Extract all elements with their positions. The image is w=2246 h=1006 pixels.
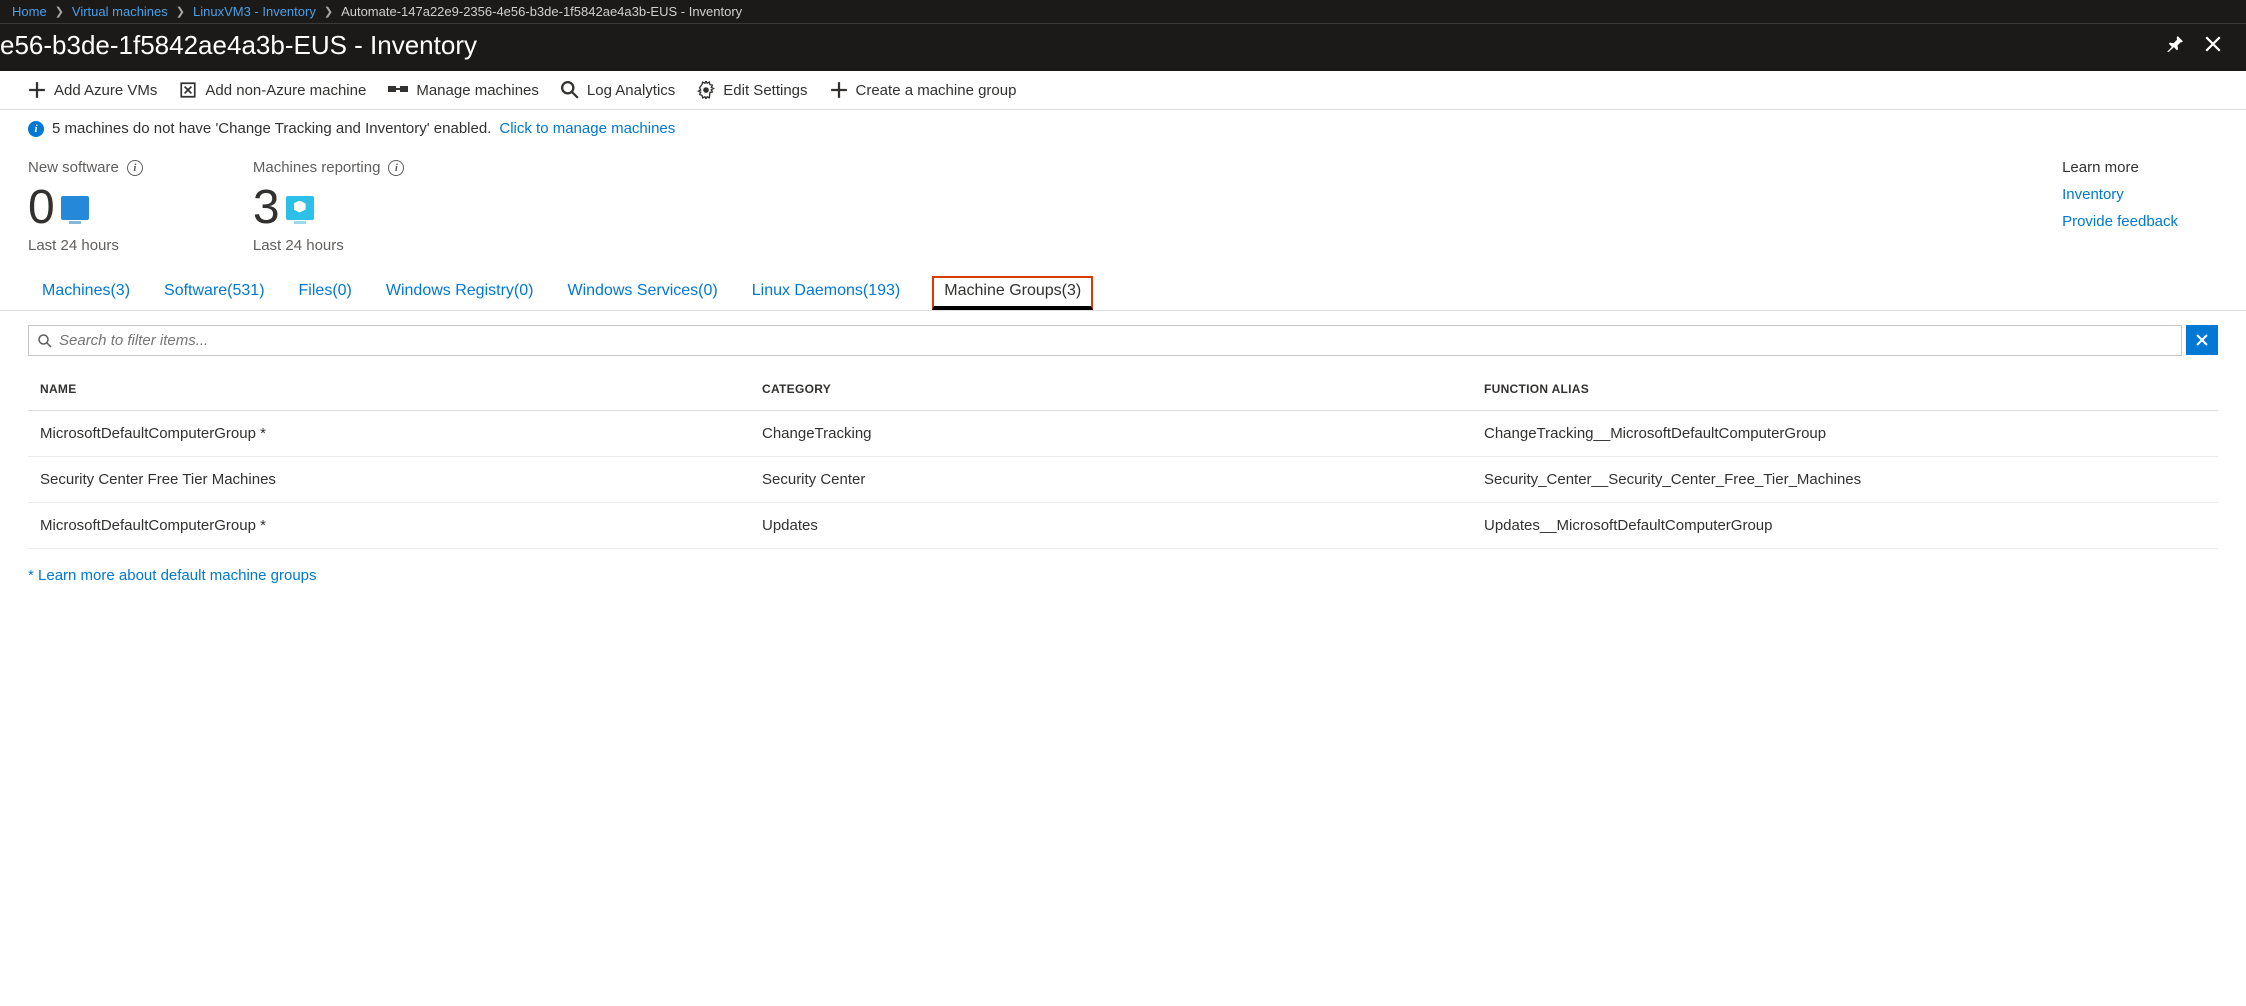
cell-name: MicrosoftDefaultComputerGroup * <box>40 517 762 534</box>
create-group-label: Create a machine group <box>856 82 1017 99</box>
help-icon[interactable]: i <box>127 160 143 176</box>
pin-icon[interactable] <box>2166 35 2184 56</box>
page-title: e56-b3de-1f5842ae4a3b-EUS - Inventory <box>0 30 477 61</box>
stat-new-software-label: New software <box>28 159 119 176</box>
table-row[interactable]: Security Center Free Tier Machines Secur… <box>28 457 2218 503</box>
manage-machines-label: Manage machines <box>416 82 539 99</box>
cell-category: ChangeTracking <box>762 425 1484 442</box>
tab-bar: Machines(3) Software(531) Files(0) Windo… <box>0 254 2246 311</box>
cell-name: MicrosoftDefaultComputerGroup * <box>40 425 762 442</box>
col-alias-header[interactable]: FUNCTION ALIAS <box>1484 382 2206 396</box>
stat-new-software-value: 0 <box>28 180 55 235</box>
cell-alias: Updates__MicrosoftDefaultComputerGroup <box>1484 517 2206 534</box>
cell-name: Security Center Free Tier Machines <box>40 471 762 488</box>
breadcrumb: Home ❯ Virtual machines ❯ LinuxVM3 - Inv… <box>0 0 2246 24</box>
monitor-icon <box>61 196 89 220</box>
cell-category: Security Center <box>762 471 1484 488</box>
learn-more-feedback-link[interactable]: Provide feedback <box>2062 213 2178 230</box>
chevron-right-icon: ❯ <box>55 5 64 18</box>
col-category-header[interactable]: CATEGORY <box>762 382 1484 396</box>
learn-more-title: Learn more <box>2062 159 2178 176</box>
stat-machines-value: 3 <box>253 180 280 235</box>
add-non-azure-button[interactable]: Add non-Azure machine <box>179 81 366 99</box>
stat-new-software: New software i 0 Last 24 hours <box>28 159 143 254</box>
tab-machines[interactable]: Machines(3) <box>40 276 132 310</box>
banner-link[interactable]: Click to manage machines <box>499 120 675 137</box>
edit-settings-button[interactable]: Edit Settings <box>697 81 807 99</box>
stat-new-software-sub: Last 24 hours <box>28 237 143 254</box>
breadcrumb-home[interactable]: Home <box>12 4 47 19</box>
tab-registry[interactable]: Windows Registry(0) <box>384 276 536 310</box>
monitor-cube-icon <box>286 196 314 220</box>
add-azure-vms-button[interactable]: Add Azure VMs <box>28 81 157 99</box>
edit-settings-label: Edit Settings <box>723 82 807 99</box>
breadcrumb-linuxvm3[interactable]: LinuxVM3 - Inventory <box>193 4 316 19</box>
tab-software[interactable]: Software(531) <box>162 276 267 310</box>
tab-files[interactable]: Files(0) <box>297 276 354 310</box>
clear-search-button[interactable] <box>2186 325 2218 355</box>
cell-alias: ChangeTracking__MicrosoftDefaultComputer… <box>1484 425 2206 442</box>
tab-daemons[interactable]: Linux Daemons(193) <box>750 276 903 310</box>
log-analytics-button[interactable]: Log Analytics <box>561 81 675 99</box>
col-name-header[interactable]: NAME <box>40 382 762 396</box>
breadcrumb-current: Automate-147a22e9-2356-4e56-b3de-1f5842a… <box>341 4 742 19</box>
breadcrumb-vms[interactable]: Virtual machines <box>72 4 168 19</box>
tab-machine-groups[interactable]: Machine Groups(3) <box>932 276 1093 310</box>
cell-category: Updates <box>762 517 1484 534</box>
tab-services[interactable]: Windows Services(0) <box>565 276 719 310</box>
stat-machines-sub: Last 24 hours <box>253 237 405 254</box>
learn-more-panel: Learn more Inventory Provide feedback <box>2062 159 2218 254</box>
machine-groups-table: NAME CATEGORY FUNCTION ALIAS MicrosoftDe… <box>0 356 2246 549</box>
footnote-link[interactable]: * Learn more about default machine group… <box>28 567 317 584</box>
create-group-button[interactable]: Create a machine group <box>830 81 1017 99</box>
search-input[interactable] <box>53 330 2173 351</box>
manage-machines-button[interactable]: Manage machines <box>388 82 539 99</box>
chevron-right-icon: ❯ <box>324 5 333 18</box>
table-row[interactable]: MicrosoftDefaultComputerGroup * Updates … <box>28 503 2218 549</box>
close-icon[interactable] <box>2204 35 2222 56</box>
search-box[interactable] <box>28 325 2182 356</box>
command-bar: Add Azure VMs Add non-Azure machine Mana… <box>0 71 2246 110</box>
help-icon[interactable]: i <box>388 160 404 176</box>
info-banner: i 5 machines do not have 'Change Trackin… <box>0 110 2246 141</box>
stat-machines-label: Machines reporting <box>253 159 381 176</box>
cell-alias: Security_Center__Security_Center_Free_Ti… <box>1484 471 2206 488</box>
log-analytics-label: Log Analytics <box>587 82 675 99</box>
add-azure-vms-label: Add Azure VMs <box>54 82 157 99</box>
stat-machines-reporting: Machines reporting i 3 Last 24 hours <box>253 159 405 254</box>
add-non-azure-label: Add non-Azure machine <box>205 82 366 99</box>
banner-text: 5 machines do not have 'Change Tracking … <box>52 120 491 137</box>
info-icon: i <box>28 121 44 137</box>
table-row[interactable]: MicrosoftDefaultComputerGroup * ChangeTr… <box>28 411 2218 457</box>
search-icon <box>37 333 53 349</box>
chevron-right-icon: ❯ <box>176 5 185 18</box>
learn-more-inventory-link[interactable]: Inventory <box>2062 186 2178 203</box>
